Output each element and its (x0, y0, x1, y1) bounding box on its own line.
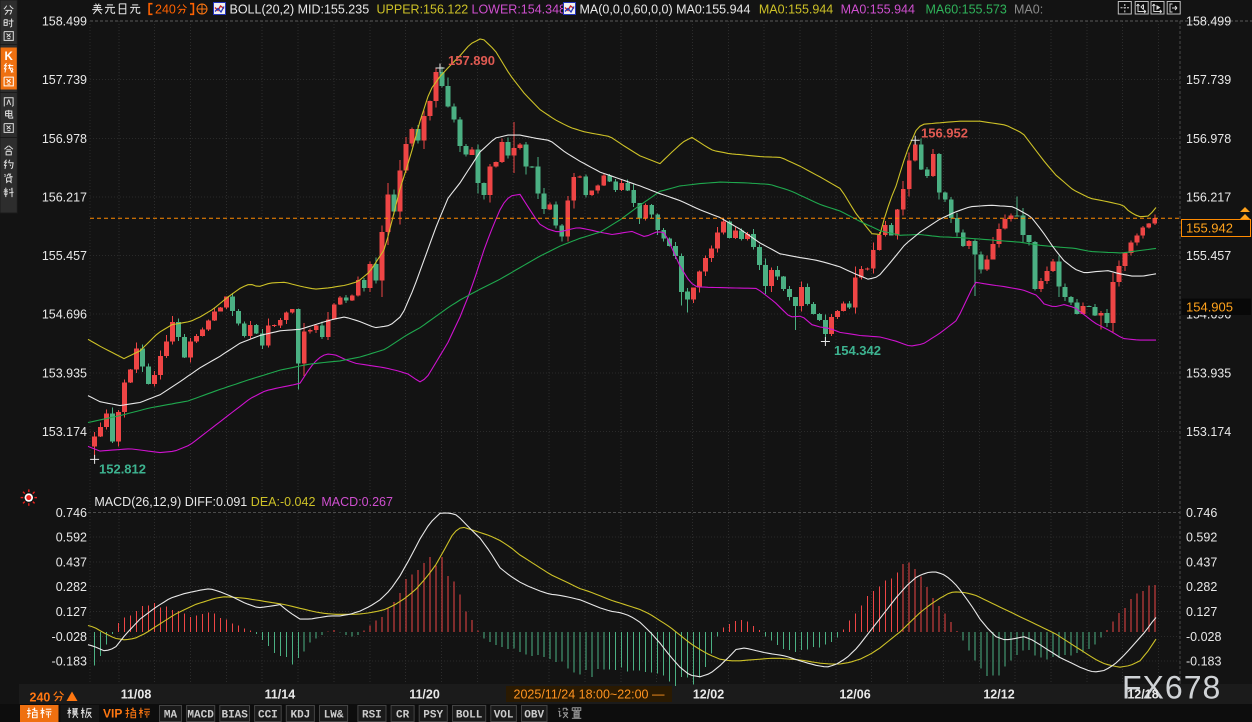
svg-text:153.174: 153.174 (42, 425, 87, 439)
svg-text:OBV: OBV (524, 710, 544, 722)
svg-text:152.812: 152.812 (99, 462, 146, 477)
svg-text:MACD: MACD (187, 710, 214, 722)
svg-text:155.457: 155.457 (42, 249, 87, 263)
svg-text:VOL: VOL (494, 710, 514, 722)
svg-text:156.952: 156.952 (921, 126, 968, 141)
svg-text:CR: CR (396, 710, 410, 722)
svg-text:BOLL: BOLL (456, 710, 483, 722)
svg-text:VIP: VIP (103, 707, 122, 721)
svg-text:-0.183: -0.183 (1186, 655, 1221, 669)
svg-text:MACD(26,12,9) DIFF:0.091: MACD(26,12,9) DIFF:0.091 (94, 495, 247, 509)
svg-text:0.282: 0.282 (1186, 580, 1217, 594)
svg-text:154.696: 154.696 (42, 308, 87, 322)
svg-text:0.437: 0.437 (1186, 555, 1217, 569)
svg-text:156.217: 156.217 (42, 190, 87, 204)
svg-text:MA0:155.944: MA0:155.944 (841, 3, 915, 17)
svg-text:11/14: 11/14 (265, 688, 296, 702)
svg-text:0.592: 0.592 (1186, 531, 1217, 545)
svg-text:RSI: RSI (362, 710, 382, 722)
svg-text:157.890: 157.890 (448, 53, 495, 68)
svg-text:156.217: 156.217 (1186, 190, 1231, 204)
svg-text:DEA:-0.042: DEA:-0.042 (251, 495, 316, 509)
svg-text:0.592: 0.592 (56, 531, 87, 545)
svg-text:158.499: 158.499 (42, 15, 87, 29)
svg-text:KDJ: KDJ (290, 710, 310, 722)
svg-text:MA(0,0,0,60,0,0) MA0:155.944: MA(0,0,0,60,0,0) MA0:155.944 (580, 3, 751, 17)
svg-text:LOWER:154.348: LOWER:154.348 (472, 3, 567, 17)
svg-text:0.282: 0.282 (56, 580, 87, 594)
svg-text:153.174: 153.174 (1186, 425, 1231, 439)
svg-text:154.342: 154.342 (834, 343, 881, 358)
svg-text:154.905: 154.905 (1186, 300, 1233, 315)
svg-text:12/06: 12/06 (839, 688, 870, 702)
svg-text:MA: MA (164, 710, 178, 722)
svg-text:UPPER:156.122: UPPER:156.122 (377, 3, 469, 17)
svg-text:157.739: 157.739 (1186, 73, 1231, 87)
svg-text:12/18: 12/18 (1127, 688, 1158, 702)
svg-text:153.935: 153.935 (42, 366, 87, 380)
svg-text:BOLL(20,2) MID:155.235: BOLL(20,2) MID:155.235 (230, 3, 370, 17)
svg-text:11/20: 11/20 (409, 688, 440, 702)
svg-text:-0.028: -0.028 (1186, 630, 1221, 644)
svg-text:11/08: 11/08 (121, 688, 152, 702)
svg-text:K: K (4, 51, 13, 63)
svg-text:MA60:155.573: MA60:155.573 (926, 3, 1007, 17)
svg-text:CCI: CCI (258, 710, 278, 722)
svg-text:0.746: 0.746 (56, 506, 87, 520)
svg-text:12/02: 12/02 (693, 688, 724, 702)
svg-text:0.127: 0.127 (1186, 605, 1217, 619)
svg-text:-0.028: -0.028 (52, 630, 87, 644)
svg-text:-0.183: -0.183 (52, 655, 87, 669)
svg-text:MA0:: MA0: (1014, 3, 1043, 17)
svg-text:155.942: 155.942 (1186, 221, 1233, 236)
svg-text:240: 240 (155, 3, 176, 17)
svg-text:158.499: 158.499 (1186, 15, 1231, 29)
svg-text:240: 240 (30, 691, 51, 705)
svg-text:MA0:155.944: MA0:155.944 (759, 3, 833, 17)
svg-text:MACD:0.267: MACD:0.267 (321, 495, 393, 509)
svg-text:155.457: 155.457 (1186, 249, 1231, 263)
svg-text:LW&: LW& (324, 710, 344, 722)
svg-text:0.437: 0.437 (56, 555, 87, 569)
svg-text:157.739: 157.739 (42, 73, 87, 87)
svg-text:156.978: 156.978 (42, 132, 87, 146)
svg-text:12/12: 12/12 (983, 688, 1014, 702)
svg-text:BIAS: BIAS (221, 710, 248, 722)
svg-text:0.746: 0.746 (1186, 506, 1217, 520)
svg-text:0.127: 0.127 (56, 605, 87, 619)
svg-text:2025/11/24 18:00~22:00 —: 2025/11/24 18:00~22:00 — (514, 688, 665, 702)
svg-text:156.978: 156.978 (1186, 132, 1231, 146)
svg-text:153.935: 153.935 (1186, 366, 1231, 380)
svg-text:PSY: PSY (423, 710, 443, 722)
